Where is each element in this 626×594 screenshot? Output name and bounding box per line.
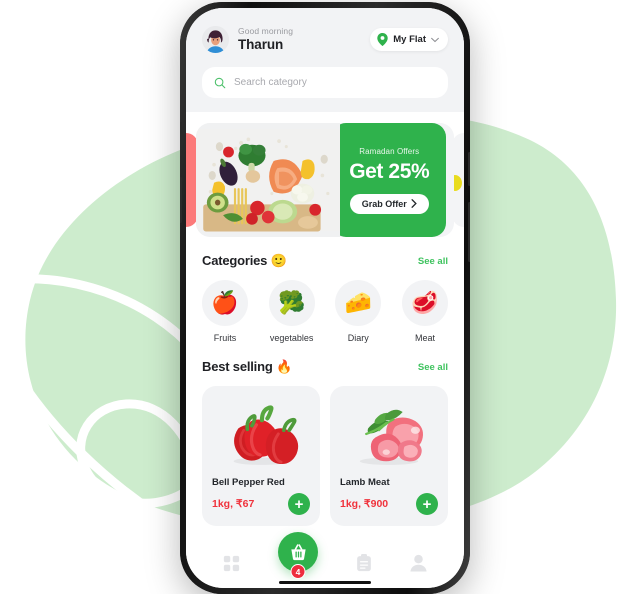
cheese-icon: 🧀 [335, 280, 382, 326]
lamb-meat-image [359, 409, 424, 465]
chevron-down-icon [431, 37, 439, 42]
product-name: Bell Pepper Red [212, 477, 285, 488]
grab-offer-button[interactable]: Grab Offer [349, 193, 429, 214]
categories-see-all-link[interactable]: See all [418, 256, 448, 267]
product-card-bell-pepper-red[interactable]: Bell Pepper Red 1kg, ₹67 + [202, 386, 320, 526]
category-label: Meat [414, 333, 435, 343]
promo-carousel[interactable]: Ramadan Offers Get 25% Grab Offer [186, 123, 464, 237]
category-item-fruits[interactable]: 🍎 Fruits [202, 280, 248, 343]
smiley-icon: 🙂 [270, 253, 287, 268]
nav-item-profile[interactable] [410, 554, 427, 572]
location-pin-icon [377, 33, 388, 46]
user-name: Tharun [238, 36, 284, 52]
phone-volume-up-button[interactable] [180, 122, 182, 148]
product-footer: 1kg, ₹900 + [340, 493, 438, 515]
location-label: My Flat [393, 34, 426, 45]
nav-item-dashboard[interactable] [223, 555, 240, 572]
promo-eyebrow: Ramadan Offers [359, 146, 420, 156]
cart-badge-count: 4 [290, 564, 306, 579]
search-icon [214, 77, 226, 88]
product-name: Lamb Meat [340, 477, 390, 488]
promo-banner-offer: Ramadan Offers Get 25% Grab Offer [332, 123, 446, 237]
best-selling-list: Bell Pepper Red 1kg, ₹67 + Lamb Meat 1kg… [186, 386, 464, 526]
phone-volume-down-button[interactable] [180, 177, 182, 223]
best-selling-see-all-link[interactable]: See all [418, 362, 448, 373]
phone-device-frame: Good morning Tharun My Flat Search categ… [180, 2, 470, 594]
grid-dashboard-icon [223, 555, 240, 571]
add-to-cart-button[interactable]: + [416, 493, 438, 515]
chevron-right-icon [411, 199, 417, 208]
categories-section-header: Categories 🙂 See all [186, 253, 464, 269]
fire-icon: 🔥 [276, 359, 292, 374]
category-item-meat[interactable]: 🥩 Meat [401, 280, 448, 343]
fresh-vegetables-photo [196, 128, 341, 232]
greeting-row: Good morning Tharun My Flat [202, 26, 448, 53]
product-price: 1kg, ₹67 [212, 498, 255, 510]
promo-banner-photo [196, 123, 341, 237]
product-price: 1kg, ₹900 [340, 498, 389, 510]
bell-pepper-image [233, 405, 299, 465]
screenshot-stage: Good morning Tharun My Flat Search categ… [0, 0, 626, 594]
product-footer: 1kg, ₹67 + [212, 493, 310, 515]
category-label: Diary [347, 333, 369, 343]
phone-silent-switch[interactable] [468, 152, 470, 186]
best-selling-title: Best selling 🔥 [202, 359, 292, 375]
categories-title: Categories 🙂 [202, 253, 287, 269]
apple-icon: 🍎 [202, 280, 248, 326]
add-to-cart-button[interactable]: + [288, 493, 310, 515]
promo-headline: Get 25% [349, 159, 430, 183]
home-indicator [279, 581, 371, 584]
search-placeholder: Search category [234, 77, 307, 88]
categories-list: 🍎 Fruits 🥦 vegetables 🧀 Diary 🥩 Meat [186, 280, 464, 343]
cart-fab-button[interactable]: 4 [278, 532, 318, 579]
promo-banner[interactable]: Ramadan Offers Get 25% Grab Offer [196, 123, 454, 237]
nav-item-orders[interactable] [356, 554, 372, 572]
profile-person-icon [410, 554, 427, 572]
category-label: vegetables [269, 333, 314, 343]
phone-power-button[interactable] [468, 202, 470, 262]
location-selector[interactable]: My Flat [370, 28, 448, 51]
search-input[interactable]: Search category [202, 67, 448, 98]
category-item-vegetables[interactable]: 🥦 vegetables [268, 280, 315, 343]
best-selling-title-text: Best selling [202, 359, 273, 374]
category-label: Fruits [213, 333, 237, 343]
bell-pepper-icon [212, 396, 310, 470]
best-selling-section-header: Best selling 🔥 See all [186, 359, 464, 375]
categories-title-text: Categories [202, 253, 268, 268]
grab-offer-label: Grab Offer [361, 198, 407, 209]
app-header: Good morning Tharun My Flat Search categ… [186, 8, 464, 112]
avatar[interactable] [202, 26, 229, 53]
category-item-diary[interactable]: 🧀 Diary [335, 280, 382, 343]
steak-icon: 🥩 [401, 280, 448, 326]
greeting-label: Good morning [238, 25, 294, 36]
shopping-basket-icon [290, 543, 306, 560]
lamb-meat-icon [340, 396, 438, 470]
avatar-person-icon [202, 26, 229, 53]
orders-clipboard-icon [357, 554, 371, 572]
product-card-lamb-meat[interactable]: Lamb Meat 1kg, ₹900 + [330, 386, 448, 526]
broccoli-icon: 🥦 [268, 280, 315, 326]
greeting-text: Good morning Tharun [238, 27, 361, 52]
phone-screen: Good morning Tharun My Flat Search categ… [186, 8, 464, 588]
